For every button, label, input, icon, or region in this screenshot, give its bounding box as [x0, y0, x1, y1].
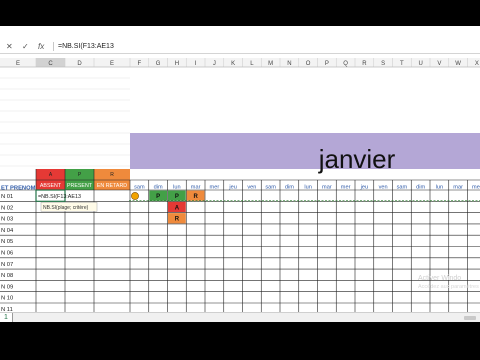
column-header[interactable]: O — [306, 61, 311, 67]
status-letter: R — [110, 172, 114, 178]
watermark-subtitle: Accédez aux paramètres — [418, 284, 479, 290]
column-header[interactable]: U — [418, 61, 422, 67]
column-header[interactable]: S — [381, 61, 385, 67]
day-label: mar — [322, 185, 332, 191]
video-letterbox-bottom — [0, 322, 480, 360]
day-label: lun — [173, 185, 180, 191]
column-header[interactable]: D — [77, 61, 82, 67]
day-label: lun — [436, 185, 443, 191]
active-cell-formula[interactable]: =NB.SI(F13:AE13 — [38, 194, 81, 200]
column-header[interactable]: K — [231, 61, 235, 67]
column-header[interactable]: X — [475, 61, 479, 67]
month-banner: janvier — [130, 133, 480, 174]
column-header[interactable]: C — [48, 61, 53, 67]
status-label: PRESENT — [67, 183, 93, 189]
column-header[interactable]: J — [213, 61, 216, 67]
video-letterbox-top — [0, 0, 480, 26]
column-headers: ECDEFGHIJKLMNOPQRSTUVWXYZAAABAC — [0, 58, 480, 68]
column-header[interactable]: R — [362, 61, 367, 67]
attendance-mark-label: P — [156, 194, 160, 200]
day-label: sam — [265, 185, 276, 191]
enter-icon[interactable]: ✓ — [22, 41, 29, 52]
day-label: mer — [341, 185, 351, 191]
day-label: lun — [304, 185, 311, 191]
status-label: EN RETARD — [97, 183, 127, 189]
student-name[interactable]: N 05 — [1, 239, 13, 245]
day-label: dim — [285, 185, 294, 191]
day-label: ven — [247, 185, 256, 191]
student-name[interactable]: N 03 — [1, 217, 13, 223]
student-name[interactable]: N 04 — [1, 228, 14, 234]
day-label: mar — [453, 185, 463, 191]
status-label: ABSENT — [40, 183, 62, 189]
student-name[interactable]: N 06 — [1, 251, 13, 257]
formula-input[interactable]: =NB.SI(F13:AE13 — [58, 41, 114, 52]
student-name[interactable]: N 09 — [1, 284, 13, 290]
column-header[interactable]: P — [325, 61, 329, 67]
day-label: jeu — [360, 185, 368, 191]
cancel-icon[interactable]: ✕ — [6, 41, 13, 52]
day-label: sam — [134, 185, 145, 191]
column-header[interactable]: E — [110, 61, 114, 67]
fx-icon[interactable]: fx — [38, 41, 44, 52]
column-header[interactable]: W — [455, 61, 461, 67]
student-name[interactable]: N 08 — [1, 273, 13, 279]
formula-bar[interactable]: ✕ ✓ fx =NB.SI(F13:AE13 — [0, 40, 480, 54]
attendance-mark-label: R — [193, 194, 198, 200]
day-label: dim — [154, 185, 163, 191]
fill-cursor-icon — [131, 192, 139, 200]
column-header-strip — [0, 58, 480, 67]
column-header[interactable]: N — [287, 61, 291, 67]
month-banner-fill — [130, 133, 480, 169]
student-name[interactable]: N 10 — [1, 296, 13, 302]
day-label: dim — [416, 185, 425, 191]
watermark-title: Activer Windo — [418, 275, 462, 282]
day-label: jeu — [228, 185, 236, 191]
column-header[interactable]: Q — [343, 61, 348, 67]
attendance-mark-label: A — [175, 205, 180, 211]
day-label: mer — [210, 185, 220, 191]
column-header[interactable]: V — [437, 61, 441, 67]
day-label: mar — [191, 185, 201, 191]
name-header: ET PRENOM — [1, 186, 36, 192]
column-header[interactable]: F — [138, 61, 142, 67]
active-cell-editor[interactable]: =NB.SI(F13:AE13 NB.SI(plage; critère) — [35, 189, 480, 212]
table-body[interactable]: N 01 N 02 N 03 N 04 N 05 N 06 N 07 N 08 N 09 N 10… — [1, 190, 205, 314]
horizontal-scrollbar[interactable] — [464, 316, 476, 320]
day-label: sam — [397, 185, 408, 191]
day-label: mer — [472, 185, 480, 191]
month-title: janvier — [318, 144, 396, 174]
column-header[interactable]: H — [175, 61, 179, 67]
student-name[interactable]: N 01 — [1, 194, 13, 200]
windows-activation-watermark: Activer Windo Accédez aux paramètres — [418, 274, 479, 292]
formula-bar-divider — [53, 42, 54, 51]
sheet-tab-1[interactable]: 1 — [0, 313, 13, 322]
column-header[interactable]: T — [400, 61, 404, 67]
column-header[interactable]: G — [156, 61, 161, 67]
sheet-tab-bar: 1 — [0, 312, 480, 322]
day-label: ven — [379, 185, 388, 191]
spreadsheet-window: ✕ ✓ fx =NB.SI(F13:AE13 ECDEFGHIJKLMNOPQR… — [0, 26, 480, 322]
column-header[interactable]: M — [268, 61, 273, 67]
student-name[interactable]: N 02 — [1, 205, 13, 211]
worksheet-grid[interactable]: ECDEFGHIJKLMNOPQRSTUVWXYZAAABAC janvier … — [0, 58, 480, 314]
student-name[interactable]: N 07 — [1, 262, 13, 268]
attendance-mark-label: P — [175, 194, 179, 200]
attendance-mark-label: R — [175, 217, 180, 223]
column-header[interactable]: E — [16, 61, 20, 67]
formula-tooltip-text: NB.SI(plage; critère) — [43, 205, 89, 211]
